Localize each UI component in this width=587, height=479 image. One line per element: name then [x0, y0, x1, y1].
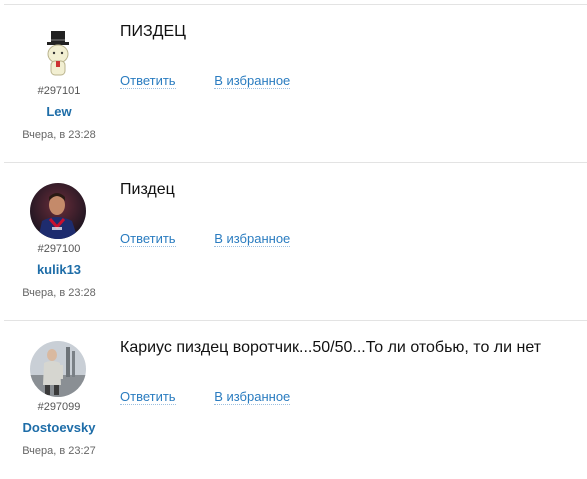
comment-item: #297101 Lew Вчера, в 23:28 ПИЗДЕЦ Ответи… — [4, 4, 587, 162]
add-to-favorites-link[interactable]: В избранное — [214, 231, 291, 247]
comment-author: #297099 Dostoevsky Вчера, в 23:27 — [4, 321, 114, 479]
football-player-avatar — [30, 183, 86, 239]
add-to-favorites-link[interactable]: В избранное — [214, 73, 291, 89]
cat-with-top-hat-avatar — [30, 25, 86, 81]
comment-author: #297100 kulik13 Вчера, в 23:28 — [4, 163, 114, 321]
username-link[interactable]: kulik13 — [4, 262, 114, 277]
comment-text: Кариус пиздец воротчик...50/50...То ли о… — [120, 339, 542, 356]
username-link[interactable]: Dostoevsky — [4, 420, 114, 435]
comment-time: Вчера, в 23:28 — [22, 129, 96, 141]
comment-text: Пиздец — [120, 181, 175, 198]
reply-link[interactable]: Ответить — [120, 231, 176, 247]
comment-id: #297099 — [37, 401, 81, 413]
reply-link[interactable]: Ответить — [120, 389, 176, 405]
add-to-favorites-link[interactable]: В избранное — [214, 389, 291, 405]
avatar[interactable] — [30, 183, 86, 239]
man-in-suit-avatar — [30, 341, 86, 397]
comment-id: #297100 — [37, 243, 81, 255]
comment-text: ПИЗДЕЦ — [120, 23, 187, 40]
username-link[interactable]: Lew — [4, 104, 114, 119]
comment-actions: Ответить В избранное — [120, 389, 325, 405]
avatar[interactable] — [30, 341, 86, 397]
comment-time: Вчера, в 23:27 — [22, 445, 96, 457]
comment-item: #297099 Dostoevsky Вчера, в 23:27 Кариус… — [4, 320, 587, 478]
comment-item: #297100 kulik13 Вчера, в 23:28 Пиздец От… — [4, 162, 587, 320]
comment-actions: Ответить В избранное — [120, 73, 325, 89]
comment-actions: Ответить В избранное — [120, 231, 325, 247]
reply-link[interactable]: Ответить — [120, 73, 176, 89]
comment-time: Вчера, в 23:28 — [22, 287, 96, 299]
comment-author: #297101 Lew Вчера, в 23:28 — [4, 5, 114, 163]
comment-id: #297101 — [37, 85, 81, 97]
avatar[interactable] — [30, 25, 86, 81]
